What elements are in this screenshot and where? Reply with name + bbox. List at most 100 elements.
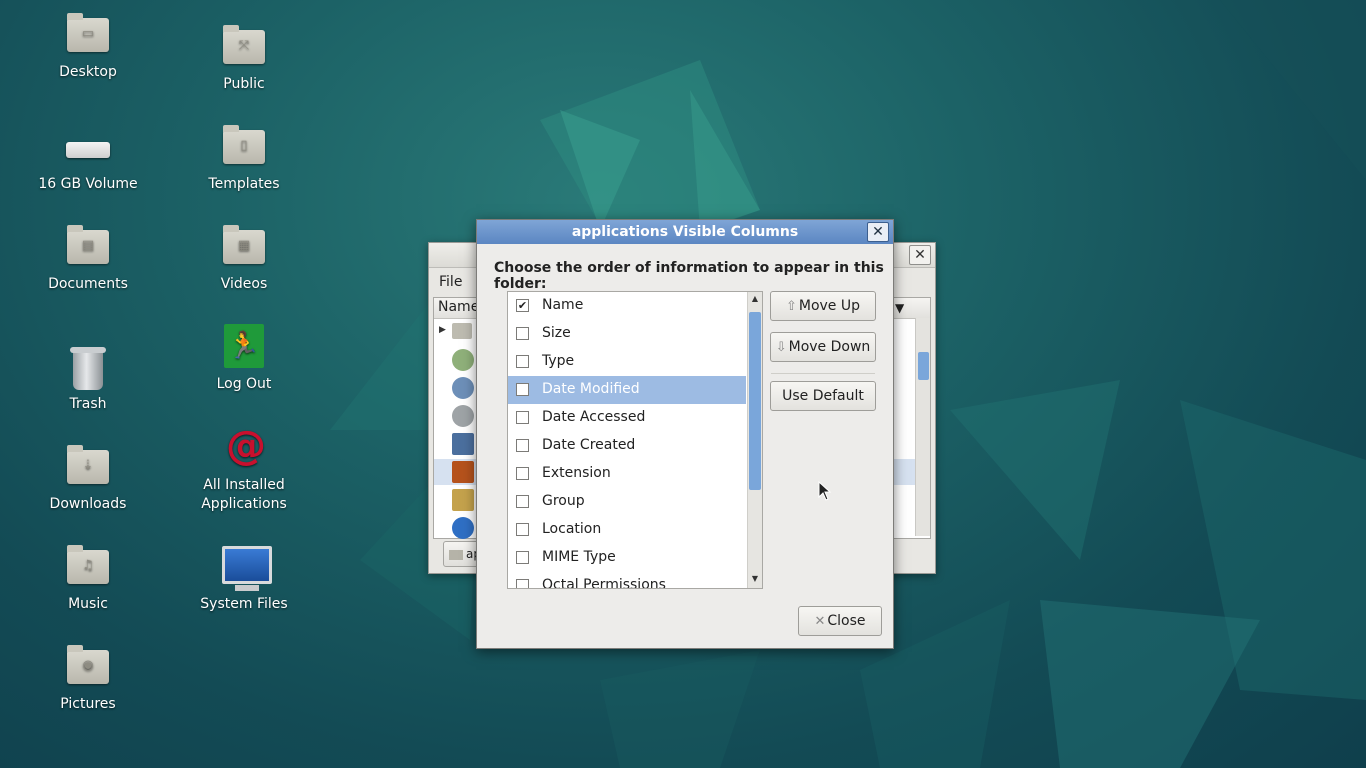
desktop-icon-desktop[interactable]: ▭ Desktop — [28, 12, 148, 80]
folder-mini-icon — [449, 549, 463, 560]
checkbox[interactable] — [516, 579, 529, 588]
checkbox[interactable] — [516, 523, 529, 536]
folder-videos-icon: ▦ — [223, 225, 265, 264]
checkbox[interactable] — [516, 439, 529, 452]
network-row-icon — [452, 433, 474, 455]
column-row-label: Size — [542, 325, 571, 341]
close-x-icon: ✕ — [814, 614, 826, 629]
column-row-extension[interactable]: Extension — [508, 460, 746, 488]
desktop-icon-logout[interactable]: 🏃 Log Out — [184, 324, 304, 392]
use-default-label: Use Default — [782, 388, 864, 404]
checkbox[interactable] — [516, 467, 529, 480]
column-row-date-created[interactable]: Date Created — [508, 432, 746, 460]
desktop-icon-trash[interactable]: Trash — [28, 344, 148, 412]
checkbox[interactable] — [516, 495, 529, 508]
desktop-icon-label: Documents — [48, 276, 128, 292]
move-up-label: Move Up — [798, 298, 861, 314]
checkbox[interactable] — [516, 327, 529, 340]
desktop-icon-label: Log Out — [216, 376, 272, 392]
column-header-name[interactable]: Name — [438, 299, 479, 315]
book-row-icon — [452, 461, 474, 483]
column-row-label: Octal Permissions — [542, 577, 666, 589]
dialog-close-icon[interactable]: ✕ — [867, 222, 889, 242]
desktop-icon-label: Desktop — [59, 64, 117, 80]
column-row-label: Date Accessed — [542, 409, 646, 425]
desktop-icon-public[interactable]: ⤧ Public — [184, 24, 304, 92]
column-row-octal-permissions[interactable]: Octal Permissions — [508, 572, 746, 589]
file-manager-close-button[interactable]: ✕ — [909, 245, 931, 265]
desktop-icon-label: Downloads — [49, 496, 127, 512]
desktop-icon-music[interactable]: ♫ Music — [28, 544, 148, 612]
move-down-button[interactable]: ⇩ Move Down — [770, 332, 876, 362]
dialog-titlebar: applications Visible Columns — [477, 220, 893, 244]
folder-documents-icon: ▤ — [67, 225, 109, 264]
log-out-icon: 🏃 — [224, 324, 264, 368]
folder-desktop-icon: ▭ — [67, 13, 109, 52]
desktop-icon-system-files[interactable]: System Files — [184, 544, 304, 612]
column-row-group[interactable]: Group — [508, 488, 746, 516]
desktop-icon-documents[interactable]: ▤ Documents — [28, 224, 148, 292]
close-button[interactable]: ✕ Close — [798, 606, 882, 636]
accessibility-row-icon — [452, 517, 474, 539]
desktop-icon-videos[interactable]: ▦ Videos — [184, 224, 304, 292]
folder-downloads-icon: ⇣ — [67, 445, 109, 484]
use-default-button[interactable]: Use Default — [770, 381, 876, 411]
checkbox[interactable]: ✔ — [516, 299, 529, 312]
debian-swirl-icon: @ — [226, 423, 266, 469]
shield-row-icon — [452, 405, 474, 427]
move-up-button[interactable]: ⇧ Move Up — [770, 291, 876, 321]
column-row-name[interactable]: ✔ Name — [508, 292, 746, 320]
trash-icon — [70, 347, 106, 390]
monitor-icon — [222, 546, 272, 591]
menu-file[interactable]: File — [439, 274, 462, 290]
desktop-icon-label: Public — [223, 76, 265, 92]
close-label: Close — [827, 613, 866, 629]
folder-templates-icon: ▯ — [223, 125, 265, 164]
arrow-down-icon: ⇩ — [775, 340, 787, 355]
button-separator — [771, 373, 875, 374]
drive-icon — [66, 142, 110, 158]
folder-public-icon: ⤧ — [223, 25, 265, 64]
expand-arrow-icon[interactable]: ▶ — [439, 325, 446, 335]
desktop: ▭ Desktop ⤧ Public 16 GB Volume ▯ Templa… — [0, 0, 1366, 768]
column-row-size[interactable]: Size — [508, 320, 746, 348]
desktop-icon-label: Pictures — [60, 696, 116, 712]
checkbox[interactable] — [516, 551, 529, 564]
app-row-icon — [452, 349, 474, 371]
desktop-icon-label: Videos — [220, 276, 268, 292]
checkbox[interactable] — [516, 355, 529, 368]
desktop-icon-downloads[interactable]: ⇣ Downloads — [28, 444, 148, 512]
column-row-label: Extension — [542, 465, 611, 481]
columns-list[interactable]: ✔ Name Size Type Date Modified Date Acce… — [507, 291, 763, 589]
checkbox[interactable] — [516, 411, 529, 424]
column-row-date-accessed[interactable]: Date Accessed — [508, 404, 746, 432]
desktop-icon-label: Music — [68, 596, 108, 612]
checkbox[interactable] — [516, 383, 529, 396]
desktop-icon-pictures[interactable]: ◉ Pictures — [28, 644, 148, 712]
arrow-up-icon: ⇧ — [785, 299, 797, 314]
column-row-date-modified[interactable]: Date Modified — [508, 376, 746, 404]
desktop-icon-label: Trash — [69, 396, 107, 412]
folder-row-icon — [452, 323, 472, 339]
desktop-icon-all-apps[interactable]: @ All Installed Applications — [184, 424, 304, 514]
columns-list-scrollbar[interactable]: ▲ ▼ — [747, 292, 762, 588]
column-row-label: Group — [542, 493, 585, 509]
desktop-icon-templates[interactable]: ▯ Templates — [184, 124, 304, 192]
scroll-down-arrow-icon[interactable]: ▼ — [748, 572, 762, 586]
mouse-cursor-icon — [818, 481, 832, 501]
view-dropdown-arrow-icon[interactable]: ▼ — [895, 301, 904, 315]
scroll-thumb[interactable] — [749, 312, 761, 490]
column-row-label: Date Modified — [542, 381, 640, 397]
column-row-location[interactable]: Location — [508, 516, 746, 544]
column-row-label: Date Created — [542, 437, 636, 453]
desktop-icon-label: 16 GB Volume — [38, 176, 138, 192]
desktop-icon-label: System Files — [200, 596, 288, 612]
column-row-mime-type[interactable]: MIME Type — [508, 544, 746, 572]
desktop-icon-volume[interactable]: 16 GB Volume — [28, 124, 148, 192]
scroll-up-arrow-icon[interactable]: ▲ — [748, 292, 762, 306]
visible-columns-dialog: applications Visible Columns ✕ Choose th… — [476, 219, 894, 649]
folder-music-icon: ♫ — [67, 545, 109, 584]
column-row-type[interactable]: Type — [508, 348, 746, 376]
scroll-thumb[interactable] — [918, 352, 929, 380]
file-list-scrollbar[interactable] — [915, 318, 930, 536]
